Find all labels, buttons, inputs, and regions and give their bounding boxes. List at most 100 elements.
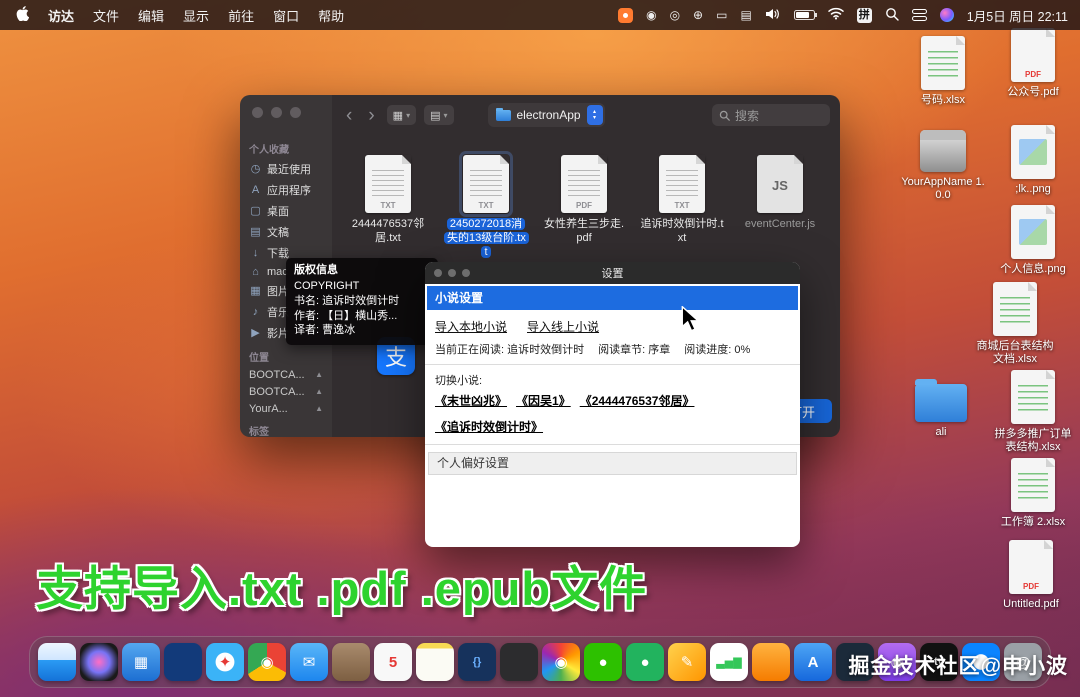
dock-icon-pencil-app[interactable]: ✎: [668, 643, 706, 681]
installer-box-icon: [920, 130, 966, 172]
view-options-button[interactable]: ▦ ▾: [387, 105, 416, 125]
file-icon: TXT: [659, 155, 705, 213]
display-icon[interactable]: ▭: [716, 8, 727, 22]
sidebar-location-item[interactable]: BOOTCA... ▲: [240, 383, 332, 400]
volume-icon[interactable]: [765, 8, 781, 23]
png-file-icon: [1011, 205, 1055, 259]
menu-item[interactable]: 访达: [48, 6, 74, 25]
dock-icon-app-store[interactable]: A: [794, 643, 832, 681]
desktop-icon[interactable]: 工作簿 2.xlsx: [990, 458, 1076, 529]
calendar-glyph: 5: [389, 654, 397, 671]
desktop-icon[interactable]: ali: [898, 374, 984, 439]
dock-icon-mail[interactable]: ✉: [290, 643, 328, 681]
desktop-icon[interactable]: YourAppName 1.0.0: [900, 122, 986, 202]
book-link[interactable]: 《追诉时效倒计时》: [435, 418, 543, 435]
desktop-icon[interactable]: 拼多多推广订单表结构.xlsx: [990, 370, 1076, 454]
book-link[interactable]: 《末世凶兆》: [435, 392, 507, 409]
dock-icon-green-chat[interactable]: ●: [626, 643, 664, 681]
tooltip-line: 译者: 曹逸冰: [294, 323, 430, 338]
file-item[interactable]: JSeventCenter.js: [738, 155, 822, 232]
recording-badge-icon[interactable]: [618, 8, 633, 23]
file-item[interactable]: TXT追诉时效倒计时.txt: [640, 155, 724, 246]
menu-item[interactable]: 窗口: [273, 6, 299, 25]
control-center-icon[interactable]: [912, 9, 927, 21]
menu-item[interactable]: 编辑: [138, 6, 164, 25]
menu-item[interactable]: 帮助: [318, 6, 344, 25]
search-icon[interactable]: [885, 7, 899, 24]
wifi-icon[interactable]: [828, 7, 844, 23]
folder-icon: [496, 110, 511, 121]
tooltip-line: 作者: 【日】横山秀...: [294, 309, 430, 324]
menu-item[interactable]: 显示: [183, 6, 209, 25]
desktop-icon[interactable]: PDF Untitled.pdf: [988, 540, 1074, 611]
back-button[interactable]: ‹: [342, 106, 356, 125]
dock-icon-photos[interactable]: ◉: [542, 643, 580, 681]
import-local-link[interactable]: 导入本地小说: [435, 318, 507, 335]
desktop-icon[interactable]: 号码.xlsx: [900, 36, 986, 107]
book-link[interactable]: 《因吴1》: [516, 392, 571, 409]
sidebar-item[interactable]: ◷最近使用: [240, 158, 332, 179]
eject-icon[interactable]: ▲: [315, 370, 323, 379]
close-button[interactable]: [434, 269, 442, 277]
menu-item[interactable]: 文件: [93, 6, 119, 25]
group-options-button[interactable]: ▤ ▾: [424, 105, 453, 125]
wechat-glyph: ●: [598, 654, 607, 671]
dock-icon-dev-app[interactable]: {}: [458, 643, 496, 681]
dock-icon-notes[interactable]: [416, 643, 454, 681]
dock-icon-messages-dark[interactable]: [164, 643, 202, 681]
desktop-icon[interactable]: ;lk..png: [990, 125, 1076, 196]
keyboard-icon[interactable]: ▤: [740, 8, 751, 22]
desktop-icon: ▢: [249, 204, 262, 217]
menu-item[interactable]: 前往: [228, 6, 254, 25]
desktop-icon[interactable]: PDF 公众号.pdf: [990, 28, 1076, 99]
folder-icon: [915, 384, 967, 422]
preferences-header[interactable]: 个人偏好设置: [428, 452, 797, 475]
book-link[interactable]: 《2444476537邻居》: [580, 392, 695, 409]
novel-settings-header[interactable]: 小说设置: [427, 286, 798, 310]
zoom-button[interactable]: [462, 269, 470, 277]
eject-icon[interactable]: ▲: [315, 404, 323, 413]
dock-icon-siri[interactable]: [80, 643, 118, 681]
battery-icon[interactable]: [794, 10, 815, 20]
tooltip-title: 版权信息: [294, 263, 430, 278]
sidebar-location-item[interactable]: BOOTCA... ▲: [240, 366, 332, 383]
desktop-icon[interactable]: 商城后台表结构文档.xlsx: [972, 282, 1058, 366]
apple-menu-icon[interactable]: [16, 6, 29, 24]
siri-icon[interactable]: [940, 8, 954, 22]
sidebar-item[interactable]: ▢桌面: [240, 200, 332, 221]
eject-icon[interactable]: ▲: [315, 387, 323, 396]
folder-stepper[interactable]: ▴▾: [587, 105, 603, 125]
sidebar-location-item[interactable]: YourA...▲: [240, 400, 332, 417]
dock-icon-chart-app[interactable]: ▃▅▇: [710, 643, 748, 681]
sidebar-item[interactable]: ▤文稿: [240, 221, 332, 242]
dock-icon-dark-app[interactable]: [500, 643, 538, 681]
safari-glyph: ✦: [219, 653, 232, 671]
sidebar-item[interactable]: A应用程序: [240, 179, 332, 200]
dock-icon-launchpad[interactable]: ▦: [122, 643, 160, 681]
forward-button[interactable]: ›: [364, 106, 378, 125]
menu-bar-clock[interactable]: 1月5日 周日 22:11: [967, 6, 1068, 25]
globe-icon[interactable]: ⊕: [693, 8, 703, 22]
shield-icon[interactable]: ◎: [670, 8, 680, 22]
input-method-icon[interactable]: 拼: [857, 8, 872, 23]
dock-icon-chrome[interactable]: ◉: [248, 643, 286, 681]
file-name: 2450272018消失的13级台阶.txt: [444, 218, 528, 259]
file-item[interactable]: TXT2450272018消失的13级台阶.txt: [444, 155, 528, 259]
file-item[interactable]: PDF女性养生三步走.pdf: [542, 155, 626, 246]
downloads-icon: ↓: [249, 247, 262, 259]
file-item[interactable]: TXT2444476537邻居.txt: [346, 155, 430, 246]
dock-icon-wechat[interactable]: ●: [584, 643, 622, 681]
dock-icon-photos-album[interactable]: [332, 643, 370, 681]
dock-icon-calendar[interactable]: 5: [374, 643, 412, 681]
search-field[interactable]: 搜索: [712, 104, 830, 126]
dock-icon-finder[interactable]: [38, 643, 76, 681]
dock-icon-safari[interactable]: ✦: [206, 643, 244, 681]
desktop-icon[interactable]: 个人信息.png: [990, 205, 1076, 276]
folder-select-dropdown[interactable]: electronApp ▴▾: [488, 103, 605, 127]
sidebar-item-label: BOOTCA...: [249, 386, 305, 398]
minimize-button[interactable]: [448, 269, 456, 277]
camera-icon[interactable]: ◉: [646, 8, 656, 22]
dock-icon-orange-app[interactable]: [752, 643, 790, 681]
sidebar-item-label: BOOTCA...: [249, 369, 305, 381]
import-online-link[interactable]: 导入线上小说: [527, 318, 599, 335]
